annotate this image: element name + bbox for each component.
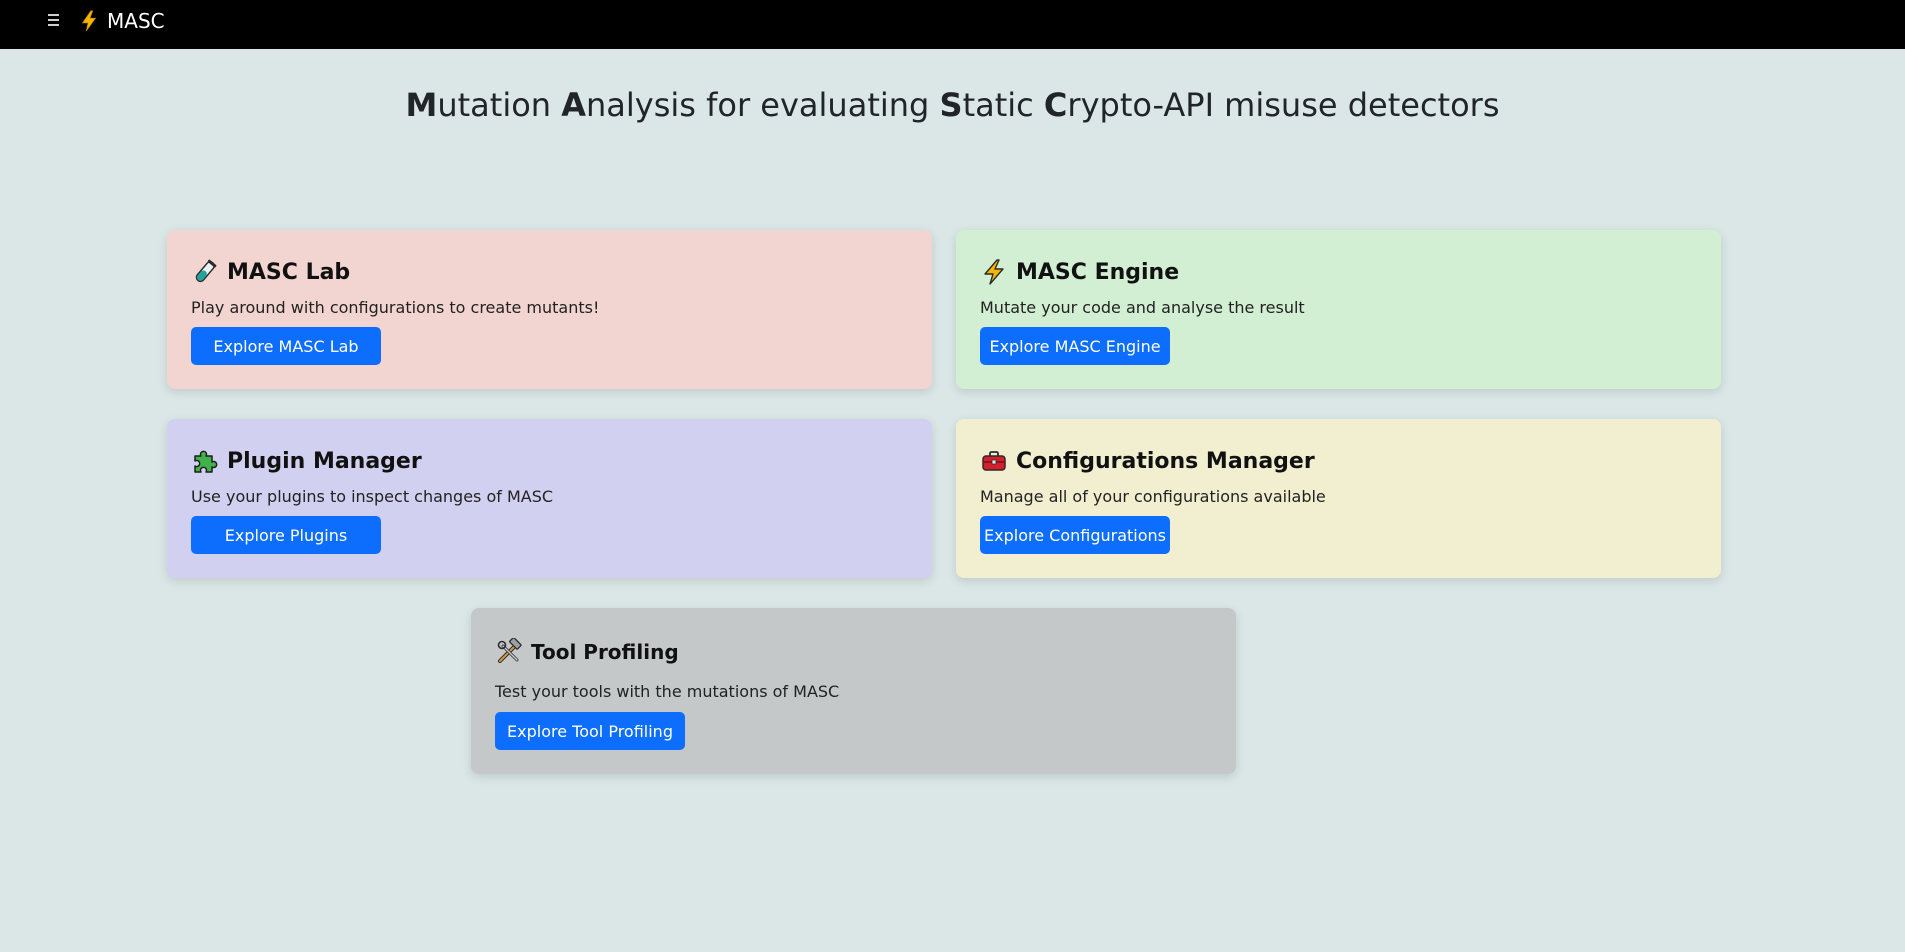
- card-description: Use your plugins to inspect changes of M…: [191, 487, 554, 506]
- card-title: MASC Lab: [227, 259, 351, 285]
- lightning-icon: [81, 10, 97, 32]
- card-masc-engine: MASC Engine Mutate your code and analyse…: [956, 230, 1721, 389]
- brand-name: MASC: [107, 9, 165, 33]
- card-description: Mutate your code and analyse the result: [980, 298, 1305, 317]
- toolbox-icon: [982, 451, 1006, 471]
- card-title: MASC Engine: [1016, 259, 1180, 285]
- card-plugin-manager: Plugin Manager Use your plugins to inspe…: [167, 419, 932, 578]
- explore-masc-engine-button[interactable]: Explore MASC Engine: [980, 327, 1170, 365]
- card-tool-profiling: Tool Profiling Test your tools with the …: [471, 608, 1236, 774]
- hammer-wrench-icon: [497, 638, 522, 663]
- top-navbar: MASC: [0, 0, 1905, 49]
- card-title: Plugin Manager: [227, 448, 422, 474]
- card-description: Play around with configurations to creat…: [191, 298, 600, 317]
- card-header: Tool Profiling: [495, 638, 679, 666]
- hamburger-icon[interactable]: [48, 12, 64, 28]
- card-description: Test your tools with the mutations of MA…: [495, 682, 840, 701]
- test-tube-icon: [195, 259, 217, 283]
- explore-configurations-button[interactable]: Explore Configurations: [980, 516, 1170, 554]
- card-title: Tool Profiling: [531, 640, 679, 664]
- card-header: Plugin Manager: [191, 447, 422, 475]
- puzzle-piece-icon: [194, 450, 218, 473]
- brand-link[interactable]: MASC: [79, 9, 165, 33]
- card-header: Configurations Manager: [980, 447, 1315, 475]
- card-configurations-manager: Configurations Manager Manage all of you…: [956, 419, 1721, 578]
- card-header: MASC Engine: [980, 258, 1179, 286]
- card-title: Configurations Manager: [1016, 448, 1315, 474]
- explore-tool-profiling-button[interactable]: Explore Tool Profiling: [495, 712, 685, 750]
- card-masc-lab: MASC Lab Play around with configurations…: [167, 230, 932, 389]
- card-header: MASC Lab: [191, 258, 350, 286]
- lightning-icon: [984, 259, 1004, 285]
- explore-masc-lab-button[interactable]: Explore MASC Lab: [191, 327, 381, 365]
- card-description: Manage all of your configurations availa…: [980, 487, 1326, 506]
- page-title: Mutation Analysis for evaluating Static …: [405, 86, 1500, 124]
- explore-plugins-button[interactable]: Explore Plugins: [191, 516, 381, 554]
